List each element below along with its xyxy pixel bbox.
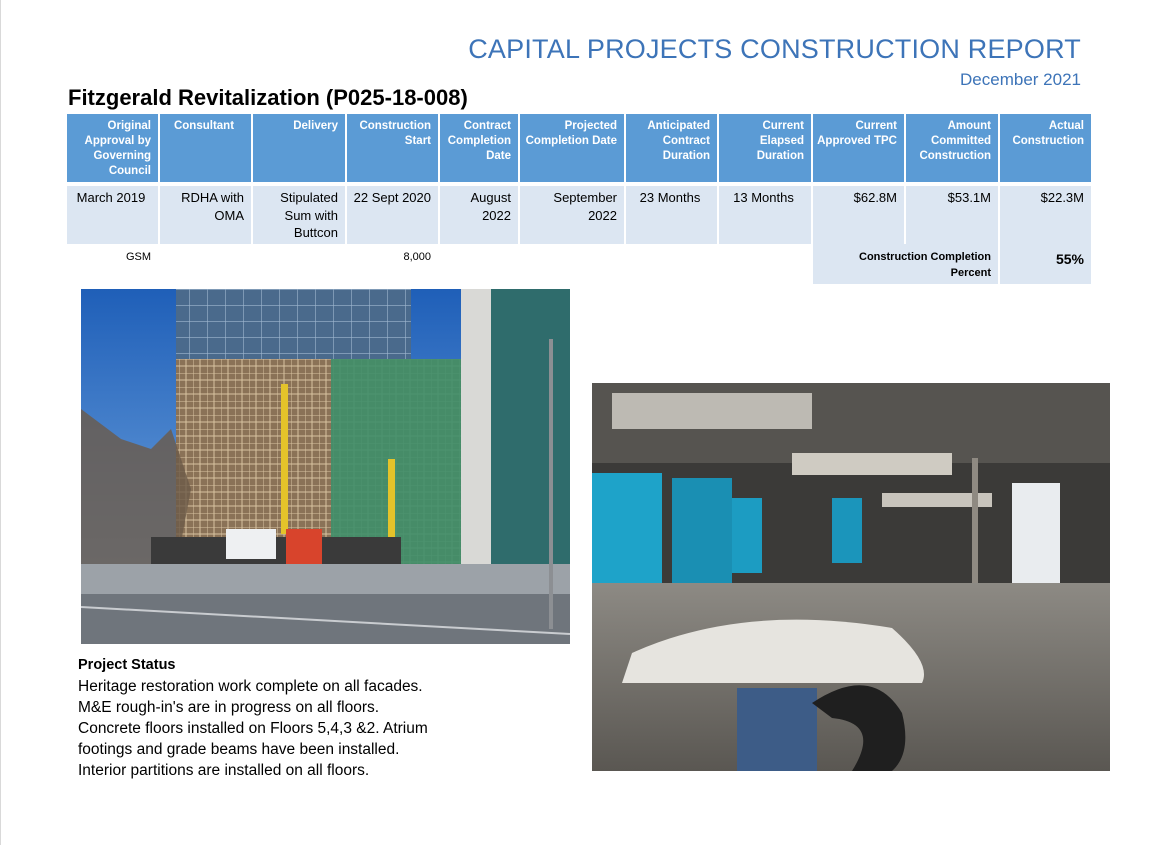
- cell-consultant: RDHA with OMA: [160, 186, 253, 244]
- header-delivery: Delivery: [253, 114, 347, 182]
- completion-percent: 55%: [1000, 244, 1093, 284]
- cell-amount-committed: $53.1M: [906, 186, 1000, 244]
- cell-approved-tpc: $62.8M: [813, 186, 906, 244]
- status-line: Concrete floors installed on Floors 5,4,…: [78, 720, 428, 737]
- status-line: M&E rough-in's are in progress on all fl…: [78, 699, 380, 716]
- status-line: footings and grade beams have been insta…: [78, 741, 400, 758]
- table-extra-row: GSM 8,000 Construction Completion Percen…: [67, 244, 1093, 284]
- completion-label: Construction Completion Percent: [813, 244, 1000, 284]
- cell-anticipated-duration: 23 Months: [626, 186, 719, 244]
- header-projected-completion: Projected Completion Date: [520, 114, 626, 182]
- interior-construction-photo: [592, 383, 1110, 771]
- header-original-approval: Original Approval by Governing Council: [67, 114, 160, 182]
- header-approved-tpc: Current Approved TPC: [813, 114, 906, 182]
- cell-construction-start: 22 Sept 2020: [347, 186, 440, 244]
- cell-delivery: Stipulated Sum with Buttcon: [253, 186, 347, 244]
- cell-contract-completion: August 2022: [440, 186, 520, 244]
- cell-elapsed-duration: 13 Months: [719, 186, 813, 244]
- status-line: Interior partitions are installed on all…: [78, 762, 370, 779]
- gsm-value: 8,000: [347, 244, 440, 284]
- exterior-construction-photo: [81, 289, 570, 644]
- header-anticipated-duration: Anticipated Contract Duration: [626, 114, 719, 182]
- report-title: CAPITAL PROJECTS CONSTRUCTION REPORT: [468, 34, 1081, 64]
- status-line: Heritage restoration work complete on al…: [78, 678, 423, 695]
- project-title: Fitzgerald Revitalization (P025-18-008): [68, 85, 468, 110]
- cell-actual-construction: $22.3M: [1000, 186, 1093, 244]
- header-amount-committed: Amount Committed Construction: [906, 114, 1000, 182]
- project-status: Project Status Heritage restoration work…: [78, 657, 498, 781]
- table-header-row: Original Approval by Governing Council C…: [67, 114, 1093, 182]
- table-row: March 2019 RDHA with OMA Stipulated Sum …: [67, 186, 1093, 244]
- header-consultant: Consultant: [160, 114, 253, 182]
- cell-original-approval: March 2019: [67, 186, 160, 244]
- cell-projected-completion: September 2022: [520, 186, 626, 244]
- report-date: December 2021: [960, 70, 1081, 89]
- header-contract-completion: Contract Completion Date: [440, 114, 520, 182]
- status-heading: Project Status: [78, 657, 176, 673]
- summary-table: Original Approval by Governing Council C…: [67, 114, 1093, 284]
- gsm-label: GSM: [67, 244, 160, 284]
- page-edge: [0, 0, 1, 845]
- header-elapsed-duration: Current Elapsed Duration: [719, 114, 813, 182]
- header-actual-construction: Actual Construction: [1000, 114, 1093, 182]
- header-construction-start: Construction Start: [347, 114, 440, 182]
